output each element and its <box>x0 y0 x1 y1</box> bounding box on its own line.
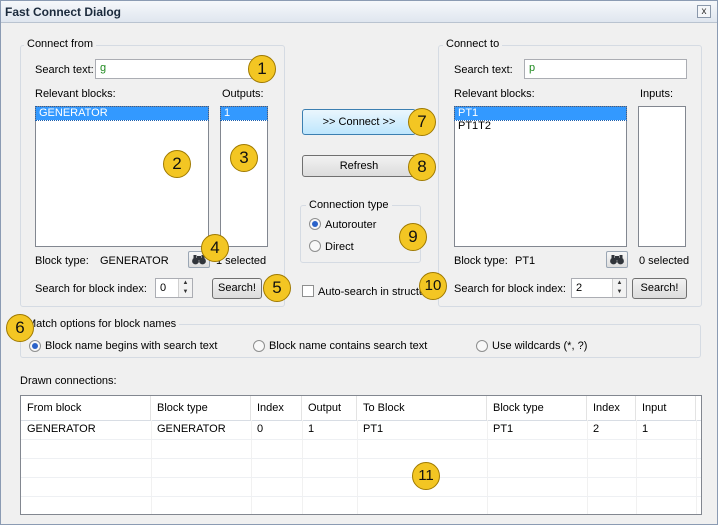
connection-type-title: Connection type <box>306 199 392 211</box>
to-blocks-list[interactable]: PT1 PT1T2 <box>454 106 627 247</box>
callout-2: 2 <box>163 150 191 178</box>
match-options-title: Match options for block names <box>24 318 180 330</box>
title-bar: Fast Connect Dialog x <box>1 1 717 23</box>
table-cell: GENERATOR <box>27 423 96 435</box>
from-block-type-value: GENERATOR <box>100 255 169 267</box>
column-header[interactable]: Block type <box>487 396 587 420</box>
up-arrow-icon[interactable]: ▲ <box>613 279 626 288</box>
begins-with-label: Block name begins with search text <box>45 340 218 352</box>
to-search-button[interactable]: Search! <box>632 278 687 299</box>
down-arrow-icon[interactable]: ▼ <box>179 288 192 297</box>
callout-10: 10 <box>419 272 447 300</box>
callout-4: 4 <box>201 234 229 262</box>
window-title: Fast Connect Dialog <box>5 5 122 19</box>
inputs-list[interactable] <box>638 106 686 247</box>
refresh-button[interactable]: Refresh <box>302 155 416 177</box>
to-relevant-label: Relevant blocks: <box>454 88 535 100</box>
connect-to-title: Connect to <box>443 38 503 50</box>
column-header[interactable]: Input <box>636 396 696 420</box>
row-divider <box>21 439 701 440</box>
list-item[interactable]: 1 <box>220 106 268 121</box>
table-cell: PT1 <box>363 423 384 435</box>
down-arrow-icon[interactable]: ▼ <box>613 288 626 297</box>
to-index-value: 2 <box>576 282 583 294</box>
auto-search-label: Auto-search in structure <box>318 286 422 298</box>
to-block-type-label: Block type: <box>454 255 508 267</box>
callout-7: 7 <box>408 108 436 136</box>
callout-8: 8 <box>408 153 436 181</box>
table-cell: PT1 <box>493 423 514 435</box>
from-index-stepper[interactable]: 0 ▲ ▼ <box>155 278 193 298</box>
from-block-type-label: Block type: <box>35 255 89 267</box>
from-index-value: 0 <box>160 282 167 294</box>
table-cell: 0 <box>257 423 264 435</box>
to-selected-count: 0 selected <box>639 255 690 267</box>
autorouter-radio[interactable] <box>309 218 321 230</box>
dialog-window: Fast Connect Dialog x Connect from Searc… <box>0 0 718 525</box>
table-cell: 2 <box>593 423 600 435</box>
direct-radio[interactable] <box>309 240 321 252</box>
row-divider <box>21 458 701 459</box>
row-divider <box>21 496 701 497</box>
table-row[interactable]: GENERATOR GENERATOR 0 1 PT1 PT1 2 1 <box>21 420 701 439</box>
auto-search-checkbox[interactable] <box>302 285 314 297</box>
connect-from-title: Connect from <box>24 38 97 50</box>
contains-label: Block name contains search text <box>269 340 428 352</box>
contains-radio[interactable] <box>253 340 265 352</box>
callout-1: 1 <box>248 55 276 83</box>
outputs-list[interactable]: 1 <box>220 106 268 247</box>
column-header[interactable]: To Block <box>357 396 487 420</box>
column-header[interactable]: Output <box>302 396 357 420</box>
autorouter-label: Autorouter <box>325 219 377 231</box>
from-index-label: Search for block index: <box>35 283 147 295</box>
from-search-label: Search text: <box>35 64 94 76</box>
inputs-label: Inputs: <box>640 88 674 100</box>
stepper-arrows[interactable]: ▲ ▼ <box>178 279 192 297</box>
to-find-button[interactable] <box>606 251 628 268</box>
connect-button[interactable]: >> Connect >> <box>302 109 416 135</box>
to-search-input[interactable]: p <box>524 59 687 79</box>
begins-with-radio[interactable] <box>29 340 41 352</box>
callout-6: 6 <box>6 314 34 342</box>
outputs-label: Outputs: <box>222 88 264 100</box>
callout-9: 9 <box>399 223 427 251</box>
to-index-label: Search for block index: <box>454 283 566 295</box>
callout-11: 11 <box>412 462 440 490</box>
binoculars-icon <box>610 255 624 265</box>
stepper-arrows[interactable]: ▲ ▼ <box>612 279 626 297</box>
callout-3: 3 <box>230 144 258 172</box>
drawn-connections-label: Drawn connections: <box>20 375 117 387</box>
to-index-stepper[interactable]: 2 ▲ ▼ <box>571 278 627 298</box>
close-button[interactable]: x <box>697 5 711 18</box>
wildcards-label: Use wildcards (*, ?) <box>492 340 588 352</box>
column-header[interactable]: From block <box>21 396 151 420</box>
to-search-label: Search text: <box>454 64 513 76</box>
from-relevant-label: Relevant blocks: <box>35 88 116 100</box>
column-header[interactable]: Block type <box>151 396 251 420</box>
table-cell: 1 <box>308 423 315 435</box>
list-item[interactable]: GENERATOR <box>35 106 209 121</box>
up-arrow-icon[interactable]: ▲ <box>179 279 192 288</box>
wildcards-radio[interactable] <box>476 340 488 352</box>
to-block-type-value: PT1 <box>515 255 536 267</box>
table-cell: GENERATOR <box>157 423 226 435</box>
column-header[interactable]: Index <box>251 396 302 420</box>
callout-5: 5 <box>263 274 291 302</box>
from-search-input[interactable]: g <box>95 59 271 79</box>
table-cell: 1 <box>642 423 649 435</box>
connections-table[interactable]: From block Block type Index Output To Bl… <box>20 395 702 515</box>
list-item[interactable]: PT1 <box>454 106 627 121</box>
row-divider <box>21 477 701 478</box>
direct-label: Direct <box>325 241 354 253</box>
from-search-button[interactable]: Search! <box>212 278 262 299</box>
list-item[interactable]: PT1T2 <box>455 120 626 133</box>
column-header[interactable]: Index <box>587 396 636 420</box>
